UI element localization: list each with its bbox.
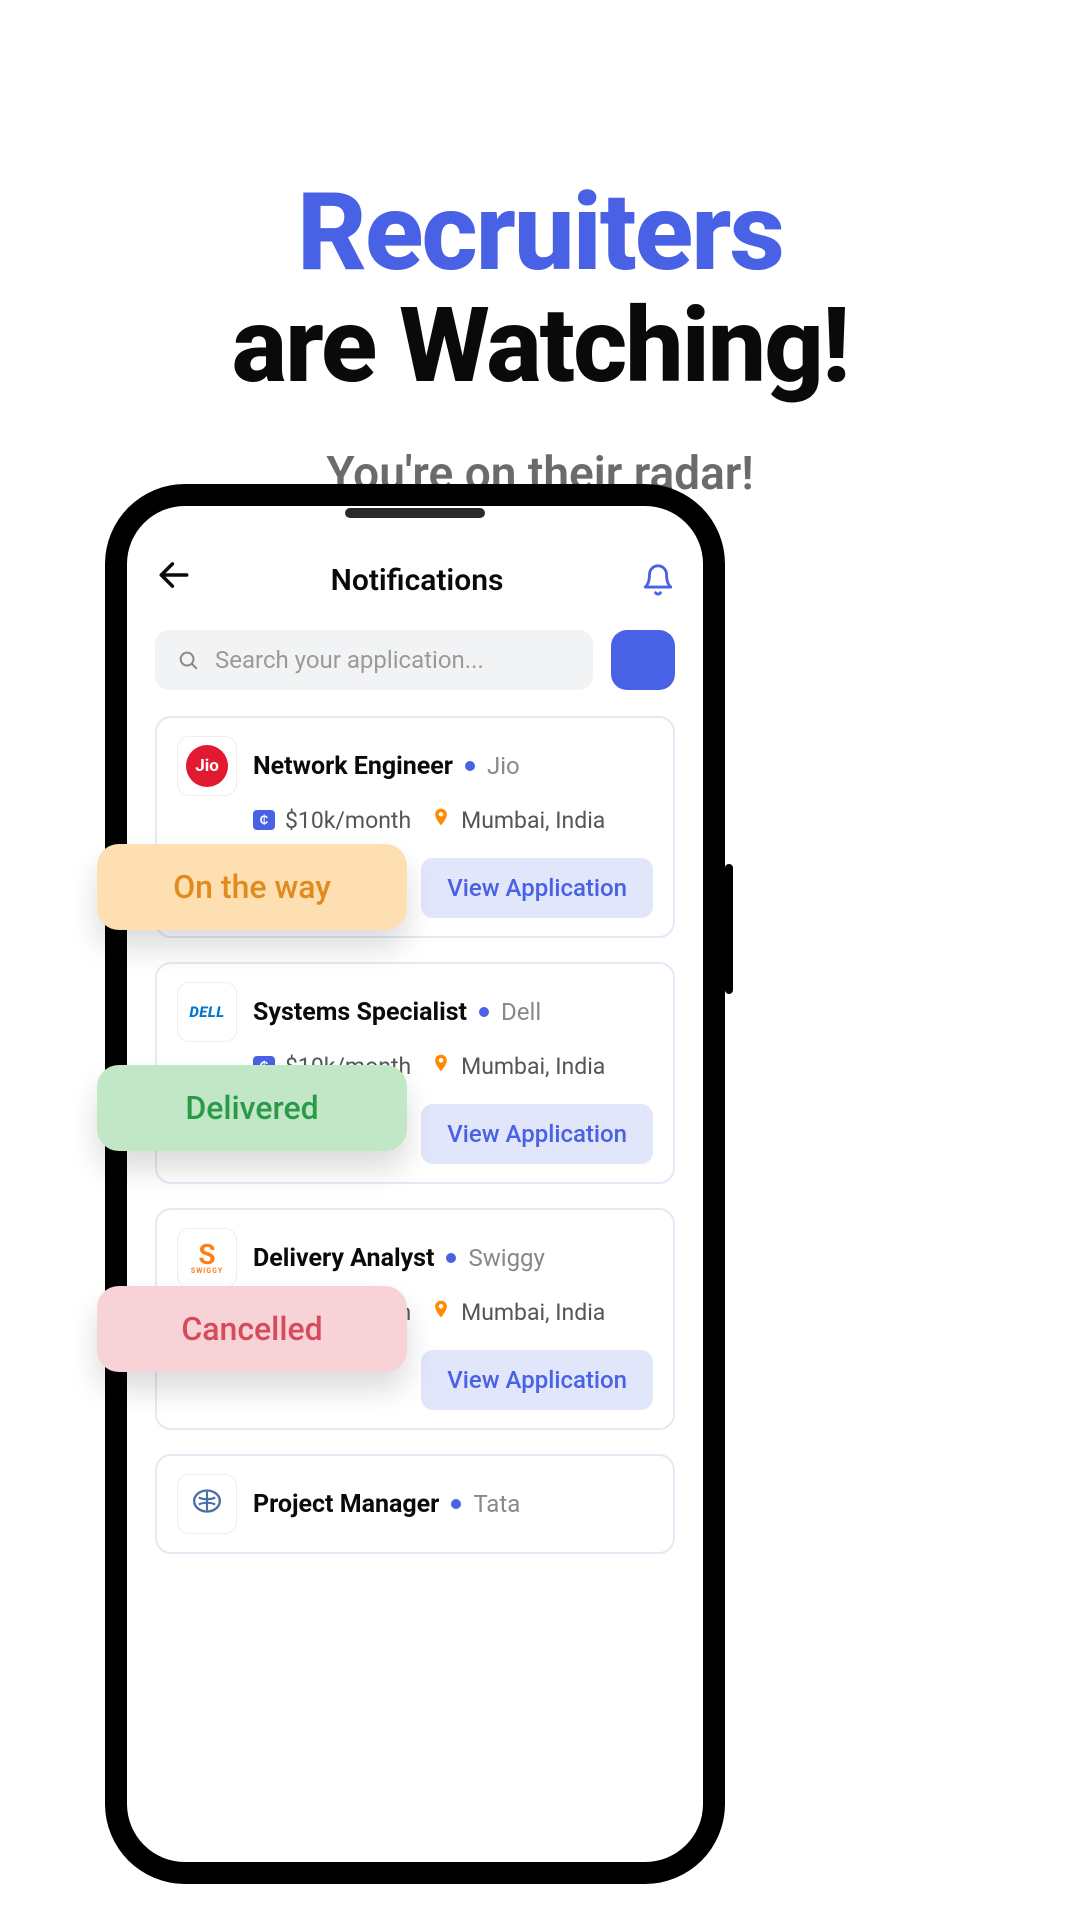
phone-side-button (725, 864, 733, 994)
bell-icon[interactable] (641, 561, 675, 599)
view-application-button[interactable]: View Application (421, 1350, 653, 1410)
jio-logo-icon: Jio (186, 745, 228, 787)
role-title: Systems Specialist (253, 998, 467, 1027)
swiggy-logo-icon: S SWIGGY (191, 1241, 223, 1275)
dell-logo-icon: DELL (189, 1003, 224, 1021)
separator-dot-icon (465, 761, 475, 771)
phone-notch (345, 508, 485, 518)
swiggy-s-icon: S (198, 1241, 215, 1269)
status-pill-delivered: Delivered (97, 1065, 407, 1151)
separator-dot-icon (446, 1253, 456, 1263)
location: Mumbai, India (461, 807, 605, 834)
search-icon (177, 649, 199, 671)
location-pin-icon (431, 1052, 451, 1080)
wallet-icon: ₵ (253, 810, 275, 830)
company-logo-swiggy: S SWIGGY (177, 1228, 237, 1288)
company-name: Dell (501, 998, 541, 1026)
filter-button[interactable] (611, 630, 675, 690)
swiggy-label: SWIGGY (191, 1267, 223, 1275)
search-row: Search your application... (127, 624, 703, 716)
search-input[interactable]: Search your application... (155, 630, 593, 690)
separator-dot-icon (479, 1007, 489, 1017)
location: Mumbai, India (461, 1299, 605, 1326)
separator-dot-icon (451, 1499, 461, 1509)
salary: $10k/month (285, 807, 411, 834)
company-logo-tata (177, 1474, 237, 1534)
company-name: Tata (473, 1490, 520, 1518)
phone-frame: Notifications Search your application...… (105, 484, 725, 1884)
app-header: Notifications (127, 542, 703, 624)
location: Mumbai, India (461, 1053, 605, 1080)
headline-line2: are Watching! (0, 286, 1080, 407)
phone-screen: Notifications Search your application...… (127, 506, 703, 1862)
view-application-button[interactable]: View Application (421, 858, 653, 918)
role-title: Network Engineer (253, 752, 453, 781)
role-title: Project Manager (253, 1490, 439, 1519)
app-title: Notifications (331, 563, 504, 598)
back-arrow-icon[interactable] (155, 556, 193, 604)
status-pill-cancelled: Cancelled (97, 1286, 407, 1372)
headline-line1: Recruiters (0, 170, 1080, 296)
view-application-button[interactable]: View Application (421, 1104, 653, 1164)
company-name: Jio (487, 752, 520, 780)
company-logo-jio: Jio (177, 736, 237, 796)
status-pill-on-the-way: On the way (97, 844, 407, 930)
role-title: Delivery Analyst (253, 1244, 434, 1273)
tata-logo-icon (189, 1487, 225, 1521)
company-logo-dell: DELL (177, 982, 237, 1042)
company-name: Swiggy (468, 1244, 544, 1272)
application-card[interactable]: Project Manager Tata (155, 1454, 675, 1554)
location-pin-icon (431, 1298, 451, 1326)
location-pin-icon (431, 806, 451, 834)
search-placeholder: Search your application... (215, 646, 484, 674)
